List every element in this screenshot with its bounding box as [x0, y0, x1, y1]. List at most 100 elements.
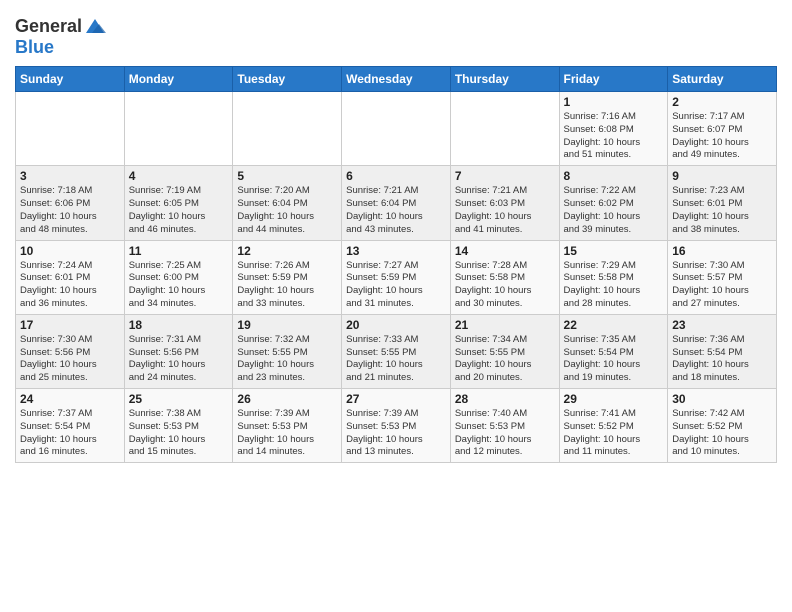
weekday-monday: Monday: [124, 67, 233, 92]
calendar-cell: 12 Sunrise: 7:26 AM Sunset: 5:59 PM Dayli…: [233, 240, 342, 314]
day-number: 28: [455, 392, 555, 406]
weekday-friday: Friday: [559, 67, 668, 92]
day-number: 22: [564, 318, 664, 332]
logo: General Blue: [15, 15, 106, 58]
calendar-cell: 25 Sunrise: 7:38 AM Sunset: 5:53 PM Dayli…: [124, 389, 233, 463]
cell-content: Sunrise: 7:30 AM Sunset: 5:57 PM Dayligh…: [672, 260, 772, 311]
day-number: 4: [129, 169, 229, 183]
cell-content: Sunrise: 7:21 AM Sunset: 6:04 PM Dayligh…: [346, 185, 446, 236]
cell-content: Sunrise: 7:21 AM Sunset: 6:03 PM Dayligh…: [455, 185, 555, 236]
week-row-5: 24Sunrise: 7:37 AM Sunset: 5:54 PM Dayli…: [16, 389, 777, 463]
calendar-cell: 28 Sunrise: 7:40 AM Sunset: 5:53 PM Dayli…: [450, 389, 559, 463]
day-number: 20: [346, 318, 446, 332]
calendar-cell: 19 Sunrise: 7:32 AM Sunset: 5:55 PM Dayli…: [233, 314, 342, 388]
day-number: 8: [564, 169, 664, 183]
cell-content: Sunrise: 7:23 AM Sunset: 6:01 PM Dayligh…: [672, 185, 772, 236]
week-row-4: 17Sunrise: 7:30 AM Sunset: 5:56 PM Dayli…: [16, 314, 777, 388]
cell-content: Sunrise: 7:35 AM Sunset: 5:54 PM Dayligh…: [564, 334, 664, 385]
calendar-cell: 24Sunrise: 7:37 AM Sunset: 5:54 PM Dayli…: [16, 389, 125, 463]
calendar-cell: 8 Sunrise: 7:22 AM Sunset: 6:02 PM Daylig…: [559, 166, 668, 240]
week-row-2: 3 Sunrise: 7:18 AM Sunset: 6:06 PM Daylig…: [16, 166, 777, 240]
day-number: 19: [237, 318, 337, 332]
calendar-cell: 2 Sunrise: 7:17 AM Sunset: 6:07 PM Daylig…: [668, 92, 777, 166]
header: General Blue: [15, 10, 777, 58]
day-number: 10: [20, 244, 120, 258]
cell-content: Sunrise: 7:40 AM Sunset: 5:53 PM Dayligh…: [455, 408, 555, 459]
cell-content: Sunrise: 7:22 AM Sunset: 6:02 PM Dayligh…: [564, 185, 664, 236]
day-number: 6: [346, 169, 446, 183]
calendar-cell: 7 Sunrise: 7:21 AM Sunset: 6:03 PM Daylig…: [450, 166, 559, 240]
calendar-cell: 30 Sunrise: 7:42 AM Sunset: 5:52 PM Dayli…: [668, 389, 777, 463]
cell-content: Sunrise: 7:25 AM Sunset: 6:00 PM Dayligh…: [129, 260, 229, 311]
logo-blue: Blue: [15, 37, 54, 57]
weekday-sunday: Sunday: [16, 67, 125, 92]
cell-content: Sunrise: 7:18 AM Sunset: 6:06 PM Dayligh…: [20, 185, 120, 236]
day-number: 23: [672, 318, 772, 332]
week-row-1: 1 Sunrise: 7:16 AM Sunset: 6:08 PM Daylig…: [16, 92, 777, 166]
calendar-cell: 13 Sunrise: 7:27 AM Sunset: 5:59 PM Dayli…: [342, 240, 451, 314]
cell-content: Sunrise: 7:24 AM Sunset: 6:01 PM Dayligh…: [20, 260, 120, 311]
calendar-cell: 23 Sunrise: 7:36 AM Sunset: 5:54 PM Dayli…: [668, 314, 777, 388]
calendar-cell: 9 Sunrise: 7:23 AM Sunset: 6:01 PM Daylig…: [668, 166, 777, 240]
cell-content: Sunrise: 7:32 AM Sunset: 5:55 PM Dayligh…: [237, 334, 337, 385]
day-number: 27: [346, 392, 446, 406]
cell-content: Sunrise: 7:38 AM Sunset: 5:53 PM Dayligh…: [129, 408, 229, 459]
calendar-cell: 5Sunrise: 7:20 AM Sunset: 6:04 PM Daylig…: [233, 166, 342, 240]
cell-content: Sunrise: 7:29 AM Sunset: 5:58 PM Dayligh…: [564, 260, 664, 311]
logo-icon: [84, 15, 106, 37]
calendar-cell: 22 Sunrise: 7:35 AM Sunset: 5:54 PM Dayli…: [559, 314, 668, 388]
day-number: 14: [455, 244, 555, 258]
day-number: 13: [346, 244, 446, 258]
day-number: 2: [672, 95, 772, 109]
day-number: 25: [129, 392, 229, 406]
logo-general: General: [15, 16, 82, 37]
day-number: 16: [672, 244, 772, 258]
calendar-cell: 11Sunrise: 7:25 AM Sunset: 6:00 PM Dayli…: [124, 240, 233, 314]
calendar-cell: 29 Sunrise: 7:41 AM Sunset: 5:52 PM Dayli…: [559, 389, 668, 463]
calendar-cell: [16, 92, 125, 166]
cell-content: Sunrise: 7:36 AM Sunset: 5:54 PM Dayligh…: [672, 334, 772, 385]
day-number: 7: [455, 169, 555, 183]
day-number: 3: [20, 169, 120, 183]
weekday-saturday: Saturday: [668, 67, 777, 92]
cell-content: Sunrise: 7:20 AM Sunset: 6:04 PM Dayligh…: [237, 185, 337, 236]
calendar-cell: [342, 92, 451, 166]
day-number: 30: [672, 392, 772, 406]
day-number: 12: [237, 244, 337, 258]
cell-content: Sunrise: 7:27 AM Sunset: 5:59 PM Dayligh…: [346, 260, 446, 311]
calendar-cell: 3 Sunrise: 7:18 AM Sunset: 6:06 PM Daylig…: [16, 166, 125, 240]
day-number: 9: [672, 169, 772, 183]
cell-content: Sunrise: 7:16 AM Sunset: 6:08 PM Dayligh…: [564, 111, 664, 162]
cell-content: Sunrise: 7:19 AM Sunset: 6:05 PM Dayligh…: [129, 185, 229, 236]
cell-content: Sunrise: 7:26 AM Sunset: 5:59 PM Dayligh…: [237, 260, 337, 311]
cell-content: Sunrise: 7:37 AM Sunset: 5:54 PM Dayligh…: [20, 408, 120, 459]
day-number: 26: [237, 392, 337, 406]
week-row-3: 10 Sunrise: 7:24 AM Sunset: 6:01 PM Dayli…: [16, 240, 777, 314]
cell-content: Sunrise: 7:39 AM Sunset: 5:53 PM Dayligh…: [237, 408, 337, 459]
calendar-cell: 10 Sunrise: 7:24 AM Sunset: 6:01 PM Dayli…: [16, 240, 125, 314]
cell-content: Sunrise: 7:17 AM Sunset: 6:07 PM Dayligh…: [672, 111, 772, 162]
calendar-cell: [233, 92, 342, 166]
cell-content: Sunrise: 7:41 AM Sunset: 5:52 PM Dayligh…: [564, 408, 664, 459]
calendar-cell: 26 Sunrise: 7:39 AM Sunset: 5:53 PM Dayli…: [233, 389, 342, 463]
calendar-cell: 17Sunrise: 7:30 AM Sunset: 5:56 PM Dayli…: [16, 314, 125, 388]
cell-content: Sunrise: 7:42 AM Sunset: 5:52 PM Dayligh…: [672, 408, 772, 459]
cell-content: Sunrise: 7:30 AM Sunset: 5:56 PM Dayligh…: [20, 334, 120, 385]
day-number: 21: [455, 318, 555, 332]
calendar-cell: 15 Sunrise: 7:29 AM Sunset: 5:58 PM Dayli…: [559, 240, 668, 314]
page: General Blue SundayMondayTuesdayWednesda…: [0, 0, 792, 478]
day-number: 1: [564, 95, 664, 109]
weekday-header-row: SundayMondayTuesdayWednesdayThursdayFrid…: [16, 67, 777, 92]
cell-content: Sunrise: 7:34 AM Sunset: 5:55 PM Dayligh…: [455, 334, 555, 385]
cell-content: Sunrise: 7:28 AM Sunset: 5:58 PM Dayligh…: [455, 260, 555, 311]
calendar-cell: 20 Sunrise: 7:33 AM Sunset: 5:55 PM Dayli…: [342, 314, 451, 388]
day-number: 29: [564, 392, 664, 406]
weekday-tuesday: Tuesday: [233, 67, 342, 92]
weekday-wednesday: Wednesday: [342, 67, 451, 92]
calendar-cell: [450, 92, 559, 166]
day-number: 15: [564, 244, 664, 258]
calendar-cell: 6 Sunrise: 7:21 AM Sunset: 6:04 PM Daylig…: [342, 166, 451, 240]
cell-content: Sunrise: 7:31 AM Sunset: 5:56 PM Dayligh…: [129, 334, 229, 385]
weekday-thursday: Thursday: [450, 67, 559, 92]
cell-content: Sunrise: 7:33 AM Sunset: 5:55 PM Dayligh…: [346, 334, 446, 385]
